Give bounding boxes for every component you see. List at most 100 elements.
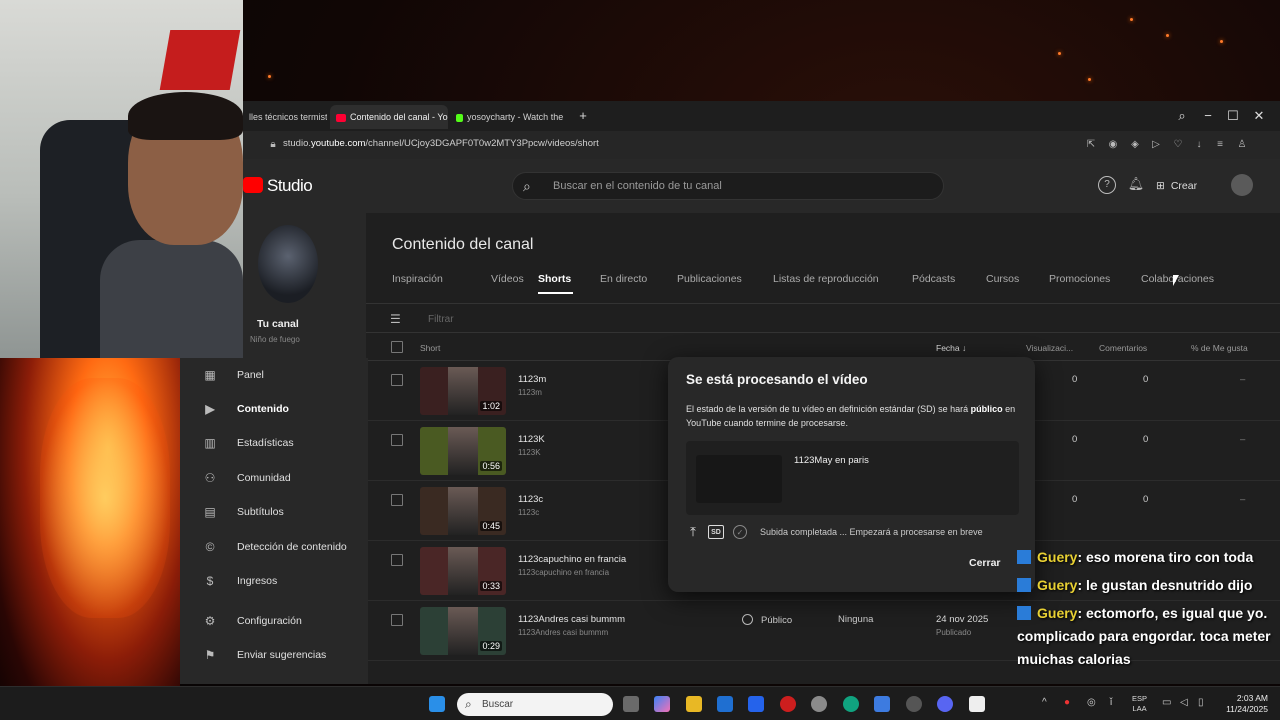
tab-label: yosoycharty - Watch the <box>467 112 564 122</box>
short-title[interactable]: 1123Andres casi bummm <box>518 614 625 625</box>
row-checkbox[interactable] <box>391 434 403 446</box>
monitor-icon[interactable]: ▭ <box>1162 697 1171 708</box>
views-cell: 0 <box>1072 494 1078 505</box>
sidebar-item-configuracion[interactable]: ⚙ Configuración <box>202 614 302 634</box>
shield-icon[interactable]: ◈ <box>1129 139 1141 151</box>
create-button[interactable]: ⊞ Crear <box>1156 174 1197 198</box>
edge-icon[interactable] <box>843 696 859 712</box>
tab-cursos[interactable]: Cursos <box>986 273 1019 285</box>
short-title[interactable]: 1123capuchino en francia <box>518 554 626 565</box>
sidebar-item-comunidad[interactable]: ⚇ Comunidad <box>202 471 291 491</box>
channel-name: Niño de fuego <box>250 335 300 344</box>
chat-user: Guery <box>1037 577 1078 593</box>
tray-app-icon[interactable]: ● <box>1064 697 1070 708</box>
tab-promociones[interactable]: Promociones <box>1049 273 1110 285</box>
short-title[interactable]: 1123K <box>518 434 545 445</box>
tab-podcasts[interactable]: Pódcasts <box>912 273 955 285</box>
account-avatar[interactable] <box>1231 174 1253 196</box>
sidebar-item-deteccion[interactable]: © Detección de contenido <box>202 540 347 560</box>
tab-termistor[interactable]: lles técnicos termisto <box>243 105 327 129</box>
tab-contenido[interactable]: Contenido del canal - You <box>330 105 448 129</box>
volume-icon[interactable]: ◁ <box>1180 697 1188 708</box>
row-checkbox[interactable] <box>391 374 403 386</box>
share-icon[interactable]: ⇱ <box>1085 139 1097 151</box>
filter-icon[interactable]: ☰ <box>390 312 401 326</box>
app-icon[interactable] <box>874 696 890 712</box>
clock[interactable]: 2:03 AM 11/24/2025 <box>1218 693 1268 715</box>
duration-badge: 1:02 <box>480 401 502 411</box>
short-title[interactable]: 1123c <box>518 494 543 505</box>
tab-inspiracion[interactable]: Inspiración <box>392 273 443 285</box>
file-explorer-icon[interactable] <box>686 696 702 712</box>
search-input[interactable]: Buscar en el contenido de tu canal <box>553 180 722 192</box>
search-bar[interactable]: ⌕ Buscar en el contenido de tu canal <box>512 172 944 200</box>
sidebar-item-contenido[interactable]: ▶ Contenido <box>202 402 289 422</box>
sidebar-item-panel[interactable]: ▦ Panel <box>202 368 264 388</box>
short-thumbnail[interactable]: 0:33 <box>420 547 506 595</box>
bell-icon[interactable]: 🔔︎ <box>1127 176 1145 194</box>
feedback-icon: ⚑ <box>204 648 216 662</box>
tab-videos[interactable]: Vídeos <box>491 273 524 285</box>
thumbnail-image <box>448 427 478 475</box>
filter-input[interactable]: Filtrar <box>428 314 454 325</box>
new-tab-icon[interactable]: + <box>574 107 592 125</box>
tab-kick[interactable]: yosoycharty - Watch the <box>450 105 574 129</box>
content-icon: ▶ <box>205 402 215 416</box>
visibility-cell[interactable]: Público <box>742 614 792 626</box>
tab-shorts[interactable]: Shorts <box>538 273 571 285</box>
outlook-icon[interactable] <box>748 696 764 712</box>
heart-icon[interactable]: ♡ <box>1172 139 1184 151</box>
search-tabs-icon[interactable]: ⌕ <box>1173 107 1191 125</box>
sidebar-item-estadisticas[interactable]: ▥ Estadísticas <box>202 436 293 456</box>
row-checkbox[interactable] <box>391 494 403 506</box>
send-icon[interactable]: ▷ <box>1150 139 1162 151</box>
tray-app-icon[interactable]: ◎ <box>1087 697 1096 708</box>
youtube-logo-icon[interactable] <box>243 177 263 193</box>
select-all-checkbox[interactable] <box>391 341 403 353</box>
mic-icon[interactable]: ǐ <box>1110 697 1112 708</box>
row-checkbox[interactable] <box>391 554 403 566</box>
sidebar-item-ingresos[interactable]: $ Ingresos <box>202 574 278 594</box>
discord-icon[interactable] <box>937 696 953 712</box>
filter-bar[interactable]: ☰ Filtrar <box>366 303 1280 333</box>
studio-logo[interactable]: Studio <box>267 176 313 196</box>
short-thumbnail[interactable]: 0:56 <box>420 427 506 475</box>
sidebar-item-sugerencias[interactable]: ⚑ Enviar sugerencias <box>202 648 327 668</box>
store-icon[interactable] <box>717 696 733 712</box>
chevron-up-icon[interactable]: ^ <box>1042 697 1047 708</box>
opera-icon[interactable] <box>780 696 796 712</box>
download-icon[interactable]: ↓ <box>1193 139 1205 151</box>
copilot-icon[interactable] <box>654 696 670 712</box>
start-icon[interactable] <box>429 696 445 712</box>
close-button[interactable]: Cerrar <box>969 557 1001 569</box>
tab-label: Contenido del canal - You <box>350 112 448 122</box>
menu-icon[interactable]: ≡ <box>1214 139 1226 151</box>
minimize-icon[interactable]: − <box>1199 107 1217 125</box>
taskbar-search[interactable]: ⌕ Buscar <box>457 693 613 716</box>
tab-en-directo[interactable]: En directo <box>600 273 647 285</box>
capcut-icon[interactable] <box>969 696 985 712</box>
battery-icon[interactable]: ▯ <box>1198 697 1204 708</box>
tab-publicaciones[interactable]: Publicaciones <box>677 273 742 285</box>
taskbar-search-input[interactable]: Buscar <box>482 699 513 710</box>
url-text[interactable]: studio.youtube.com/channel/UCjoy3DGAPF0T… <box>283 138 599 149</box>
maximize-icon[interactable]: ☐ <box>1224 107 1242 125</box>
short-thumbnail[interactable]: 0:45 <box>420 487 506 535</box>
settings-icon[interactable] <box>811 696 827 712</box>
sidebar-item-subtitulos[interactable]: ▤ Subtítulos <box>202 505 283 525</box>
camera-icon[interactable]: ◉ <box>1107 139 1119 151</box>
language-indicator[interactable]: ESP LAA <box>1132 694 1147 714</box>
profile-icon[interactable]: ♙ <box>1236 139 1248 151</box>
help-icon[interactable]: ? <box>1098 176 1116 194</box>
tab-listas[interactable]: Listas de reproducción <box>773 273 879 285</box>
short-thumbnail[interactable]: 0:29 <box>420 607 506 655</box>
steam-icon[interactable] <box>906 696 922 712</box>
row-checkbox[interactable] <box>391 614 403 626</box>
channel-avatar[interactable] <box>258 225 318 303</box>
address-bar[interactable]: 🔒︎ studio.youtube.com/channel/UCjoy3DGAP… <box>243 131 1280 159</box>
short-thumbnail[interactable]: 1:02 <box>420 367 506 415</box>
close-window-icon[interactable]: ✕ <box>1250 107 1268 125</box>
task-view-icon[interactable] <box>623 696 639 712</box>
short-title[interactable]: 1123m <box>518 374 546 385</box>
col-date[interactable]: Fecha ↓ <box>936 343 966 353</box>
